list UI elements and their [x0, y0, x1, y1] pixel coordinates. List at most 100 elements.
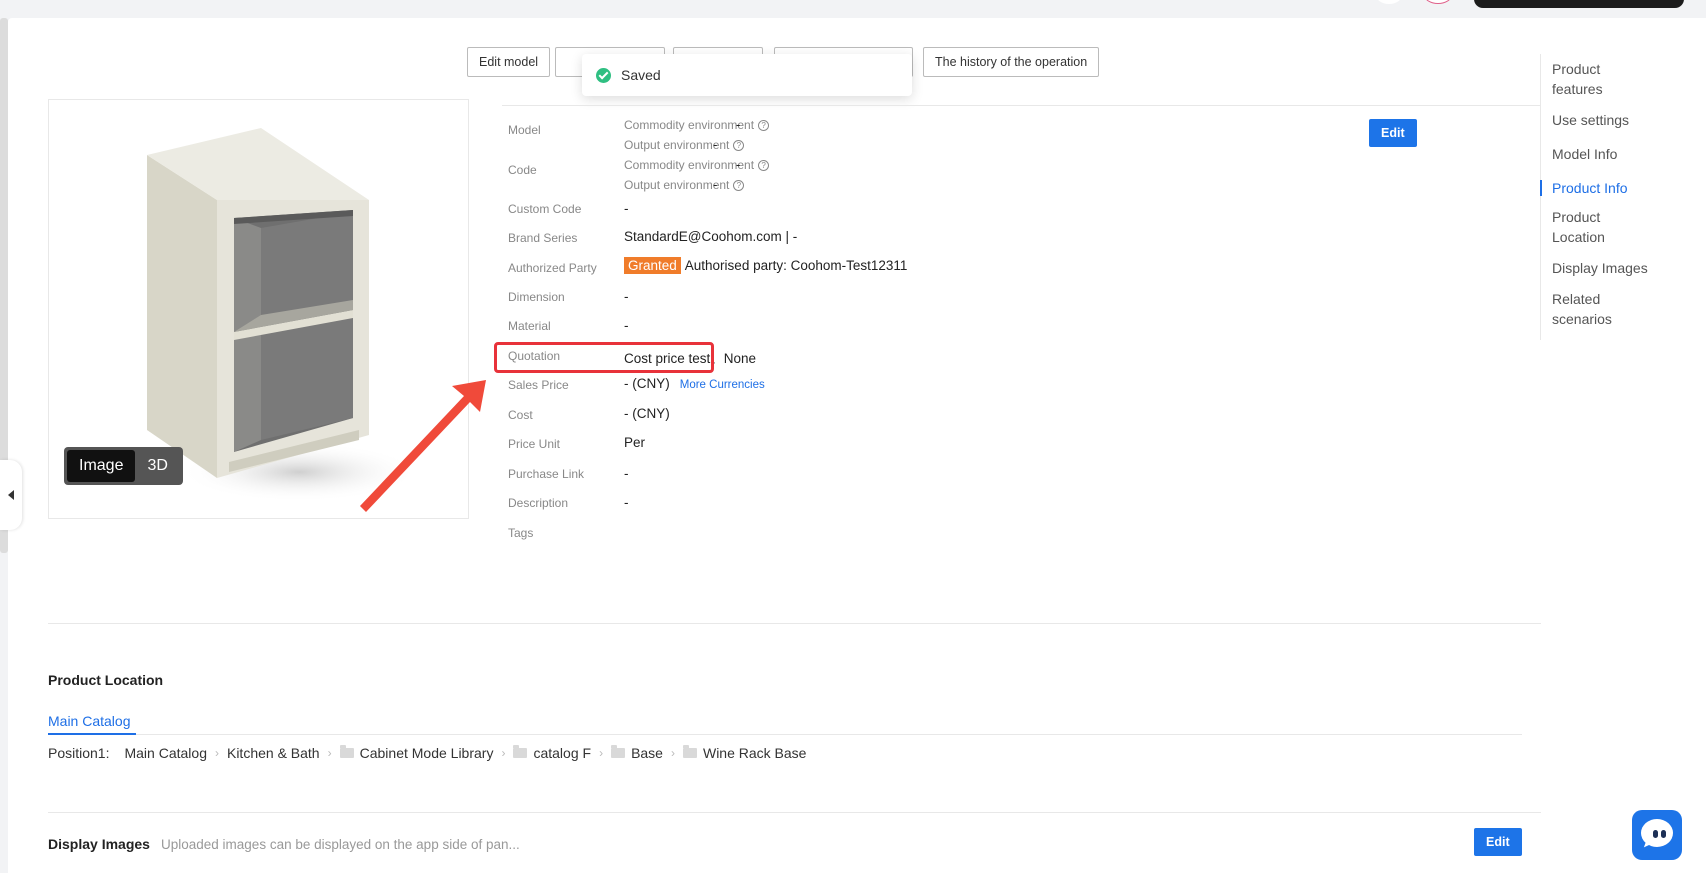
saved-toast: Saved: [582, 54, 912, 96]
crumb-label: catalog F: [533, 745, 592, 761]
anchor-use-settings[interactable]: Use settings: [1541, 110, 1690, 130]
tab-main-catalog[interactable]: Main Catalog: [48, 713, 131, 729]
collapse-sidebar-toggle[interactable]: [0, 460, 22, 530]
success-check-icon: [596, 67, 611, 83]
folder-icon: [611, 745, 626, 758]
active-tab-indicator: [48, 733, 136, 735]
crumb-base[interactable]: Base: [611, 745, 663, 761]
price-unit-value: Per: [624, 435, 646, 450]
sales-price-label: Sales Price: [508, 378, 569, 392]
crumb-kitchen-bath[interactable]: Kitchen & Bath: [227, 745, 320, 761]
toast-message: Saved: [621, 67, 661, 83]
tags-label: Tags: [508, 526, 534, 540]
anchor-product-location[interactable]: Product Location: [1541, 207, 1621, 247]
section-divider: [48, 812, 1541, 813]
brand-series-label: Brand Series: [508, 231, 578, 245]
anchor-product-features[interactable]: Product features: [1541, 59, 1636, 99]
crumb-main-catalog[interactable]: Main Catalog: [124, 745, 207, 761]
material-label: Material: [508, 319, 551, 333]
crumb-label: Kitchen & Bath: [226, 745, 320, 761]
divider: [502, 105, 1540, 106]
display-images-subtitle: Uploaded images can be displayed on the …: [161, 837, 520, 852]
image-3d-toggle: Image 3D: [64, 447, 183, 485]
edit-model-button[interactable]: Edit model: [467, 47, 551, 77]
commodity-env-label: Commodity environment: [624, 118, 755, 132]
anchor-product-info[interactable]: Product Info: [1540, 178, 1690, 198]
description-label: Description: [508, 496, 569, 510]
help-icon[interactable]: ?: [733, 179, 745, 191]
top-icon-button[interactable]: [1376, 0, 1402, 4]
folder-icon: [682, 745, 697, 758]
crumb-separator: ›: [599, 746, 604, 760]
crumb-label: Wine Rack Base: [702, 745, 807, 761]
anchor-related-scenarios[interactable]: Related scenarios: [1541, 289, 1621, 329]
commodity-env-label: Commodity environment: [624, 158, 755, 172]
granted-badge: Granted: [624, 257, 681, 274]
model-label: Model: [508, 123, 541, 137]
product-location-title: Product Location: [48, 672, 164, 688]
sales-price-row: - (CNY) More Currencies: [624, 376, 765, 391]
display-images-title: Display Images: [48, 836, 150, 852]
folder-icon: [339, 745, 354, 758]
more-currencies-link[interactable]: More Currencies: [680, 379, 765, 391]
code-output-value: -: [713, 177, 718, 192]
help-icon[interactable]: ?: [733, 139, 745, 151]
crumb-separator: ›: [327, 746, 332, 760]
catalog-tabs-underline: [48, 734, 1522, 735]
crumb-label: Base: [631, 745, 663, 761]
crumb-separator: ›: [501, 746, 506, 760]
model-output-value: -: [713, 137, 718, 152]
folder-icon: [513, 745, 528, 758]
anchor-display-images[interactable]: Display Images: [1541, 258, 1690, 278]
help-icon[interactable]: ?: [758, 119, 770, 131]
crumb-cabinet-mode-library[interactable]: Cabinet Mode Library: [339, 745, 494, 761]
brand-series-value: StandardE@Coohom.com | -: [624, 229, 798, 244]
chat-eye: [1653, 830, 1658, 838]
code-commodity-env: Commodity environment ?: [624, 158, 770, 172]
image-view-option[interactable]: Image: [67, 450, 136, 482]
dimension-value: -: [624, 289, 629, 304]
crumb-separator: ›: [670, 746, 675, 760]
material-value: -: [624, 318, 629, 333]
price-unit-label: Price Unit: [508, 437, 561, 451]
description-value: -: [624, 495, 629, 510]
custom-code-value: -: [624, 201, 629, 216]
custom-code-label: Custom Code: [508, 202, 582, 216]
product-detail-page: Image 3D Edit model ed products The hist…: [8, 18, 1706, 873]
section-divider: [48, 623, 1541, 624]
dimension-label: Dimension: [508, 290, 565, 304]
top-action-pill[interactable]: [1474, 0, 1684, 8]
anchor-nav: Product features Use settings Model Info…: [1540, 54, 1690, 340]
crumb-label: Cabinet Mode Library: [359, 745, 494, 761]
position-label: Position1:: [48, 745, 110, 761]
model-commodity-value: -: [736, 117, 741, 132]
authorized-party-label: Authorized Party: [508, 261, 597, 275]
crumb-label: Main Catalog: [124, 745, 207, 761]
code-label: Code: [508, 163, 537, 177]
authorized-party-value-row: Granted Authorised party: Coohom-Test1231…: [624, 257, 907, 274]
help-icon[interactable]: ?: [758, 159, 770, 171]
sales-price-value: - (CNY): [624, 376, 670, 391]
code-output-env: Output environment ?: [624, 178, 745, 192]
user-avatar[interactable]: [1424, 0, 1452, 4]
annotation-arrow: [360, 380, 486, 512]
purchase-link-value: -: [624, 466, 629, 481]
operation-history-button[interactable]: The history of the operation: [923, 47, 1100, 77]
model-output-env: Output environment ?: [624, 138, 745, 152]
crumb-separator: ›: [214, 746, 219, 760]
chat-eye: [1661, 830, 1666, 838]
chat-support-button[interactable]: [1632, 810, 1682, 860]
crumb-catalog-f[interactable]: catalog F: [513, 745, 591, 761]
quotation-highlight-box: [494, 342, 714, 373]
crumb-wine-rack-base[interactable]: Wine Rack Base: [682, 745, 807, 761]
purchase-link-label: Purchase Link: [508, 467, 585, 481]
edit-product-info-button[interactable]: Edit: [1369, 119, 1417, 147]
code-commodity-value: -: [736, 157, 741, 172]
cost-value: - (CNY): [624, 406, 670, 421]
3d-view-option[interactable]: 3D: [135, 450, 179, 482]
model-commodity-env: Commodity environment ?: [624, 118, 770, 132]
anchor-model-info[interactable]: Model Info: [1541, 144, 1690, 164]
edit-display-images-button[interactable]: Edit: [1474, 828, 1522, 856]
catalog-breadcrumb: Position1: Main Catalog › Kitchen & Bath…: [48, 745, 806, 761]
top-bar: [0, 0, 1706, 18]
